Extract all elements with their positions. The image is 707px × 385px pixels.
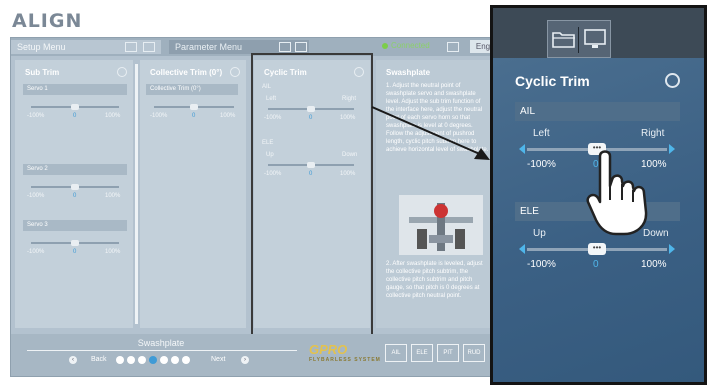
reset-icon[interactable] [117,67,127,77]
servo-1-value: 0 [73,113,77,119]
ail-button[interactable]: AIL [385,344,407,362]
reset-icon[interactable] [230,67,240,77]
app-window: Setup Menu Parameter Menu Connected Eng … [10,37,497,377]
slider-knob[interactable] [71,104,79,110]
folder-icon[interactable] [552,29,576,49]
collective-min: -100% [150,113,168,119]
helicopter-head-icon [409,203,473,251]
align-logo: ALIGN [12,10,83,32]
reset-icon[interactable] [665,73,680,88]
monitor-icon[interactable] [583,28,607,50]
zoom-ele-min: -100% [527,259,556,270]
slider-knob[interactable] [71,240,79,246]
sub-trim-title: Sub Trim [25,68,60,77]
servo-3-max: 100% [105,249,121,255]
slider-knob[interactable] [190,104,198,110]
status-dot-icon [382,42,388,49]
page-dot-2[interactable] [127,356,135,364]
servo-1-label: Servo 1 [23,84,127,95]
settings-icon[interactable] [447,42,459,52]
back-button[interactable]: Back [91,354,107,366]
zoom-ele-max: 100% [641,259,667,270]
servo-2-value: 0 [73,193,77,199]
back-arrow-icon[interactable]: ‹ [69,356,77,364]
section-title: Swashplate [137,338,185,348]
swashplate-step-2: 2. After swashplate is leveled, adjust t… [386,261,483,299]
servo-1-min: -100% [27,113,45,119]
connection-status: Connected [382,41,430,50]
collective-max: 100% [220,113,236,119]
page-dot-6[interactable] [171,356,179,364]
increase-arrow-icon[interactable] [669,144,675,154]
bottom-nav-bar: Swashplate ‹ Back Next › GPRO FLYBARLESS … [11,334,496,376]
zoom-cyclic-title: Cyclic Trim [515,73,590,89]
zoom-ele-up: Up [533,228,546,239]
zoom-pointer-arrow [371,106,490,160]
collective-trim-panel: Collective Trim (0°) Collective Trim (0°… [140,60,246,328]
decrease-arrow-icon[interactable] [519,244,525,254]
collective-value: 0 [192,113,196,119]
sub-trim-panel: Sub Trim Servo 1 -100% 0 100% Servo 2 -1… [15,60,133,328]
collective-trim-title: Collective Trim (0°) [150,68,223,77]
servo-2-label: Servo 2 [23,164,127,175]
page-dot-4[interactable] [149,356,157,364]
zoom-tab-icons [547,20,611,58]
page-dot-3[interactable] [138,356,146,364]
swashplate-diagram-image [399,195,483,255]
gpro-logo: GPRO FLYBARLESS SYSTEM [309,342,381,363]
servo-1-slider[interactable] [31,104,119,110]
column-divider [135,64,138,324]
pit-button[interactable]: PIT [437,344,459,362]
increase-arrow-icon[interactable] [669,244,675,254]
monitor-icon[interactable] [143,42,155,52]
zoom-ail-min: -100% [527,159,556,170]
slider-knob[interactable] [71,184,79,190]
rud-button[interactable]: RUD [463,344,485,362]
decrease-arrow-icon[interactable] [519,144,525,154]
servo-3-label: Servo 3 [23,220,127,231]
servo-3-min: -100% [27,249,45,255]
zoom-ele-knob[interactable]: ••• [588,243,606,255]
folder-icon[interactable] [125,42,137,52]
collective-trim-slider[interactable] [154,104,234,110]
page-dot-7[interactable] [182,356,190,364]
servo-2-min: -100% [27,193,45,199]
next-button[interactable]: Next [211,354,225,366]
zoom-ele-value: 0 [593,259,599,270]
servo-2-max: 100% [105,193,121,199]
servo-3-value: 0 [73,249,77,255]
zoom-header [493,8,704,58]
swashplate-help-panel: Swashplate 1. Adjust the neutral point o… [376,60,496,328]
next-arrow-icon[interactable]: › [241,356,249,364]
zoom-ail-left: Left [533,128,550,139]
swashplate-title: Swashplate [386,68,431,77]
servo-3-slider[interactable] [31,240,119,246]
ele-button[interactable]: ELE [411,344,433,362]
cyclic-highlight-frame [251,53,373,360]
zoom-ail-label: AIL [515,102,680,121]
servo-2-slider[interactable] [31,184,119,190]
tab-setup-menu[interactable]: Setup Menu [11,40,161,54]
footer-divider [27,350,297,351]
page-dot-1[interactable] [116,356,124,364]
servo-1-max: 100% [105,113,121,119]
tab-separator [578,27,579,53]
hand-pointer-icon [586,150,648,236]
folder-icon[interactable] [279,42,291,52]
collective-trim-label: Collective Trim (0°) [146,84,238,95]
monitor-icon[interactable] [295,42,307,52]
zoom-ail-right: Right [641,128,665,139]
page-dot-5[interactable] [160,356,168,364]
zoom-ele-slider[interactable]: ••• [519,243,675,255]
